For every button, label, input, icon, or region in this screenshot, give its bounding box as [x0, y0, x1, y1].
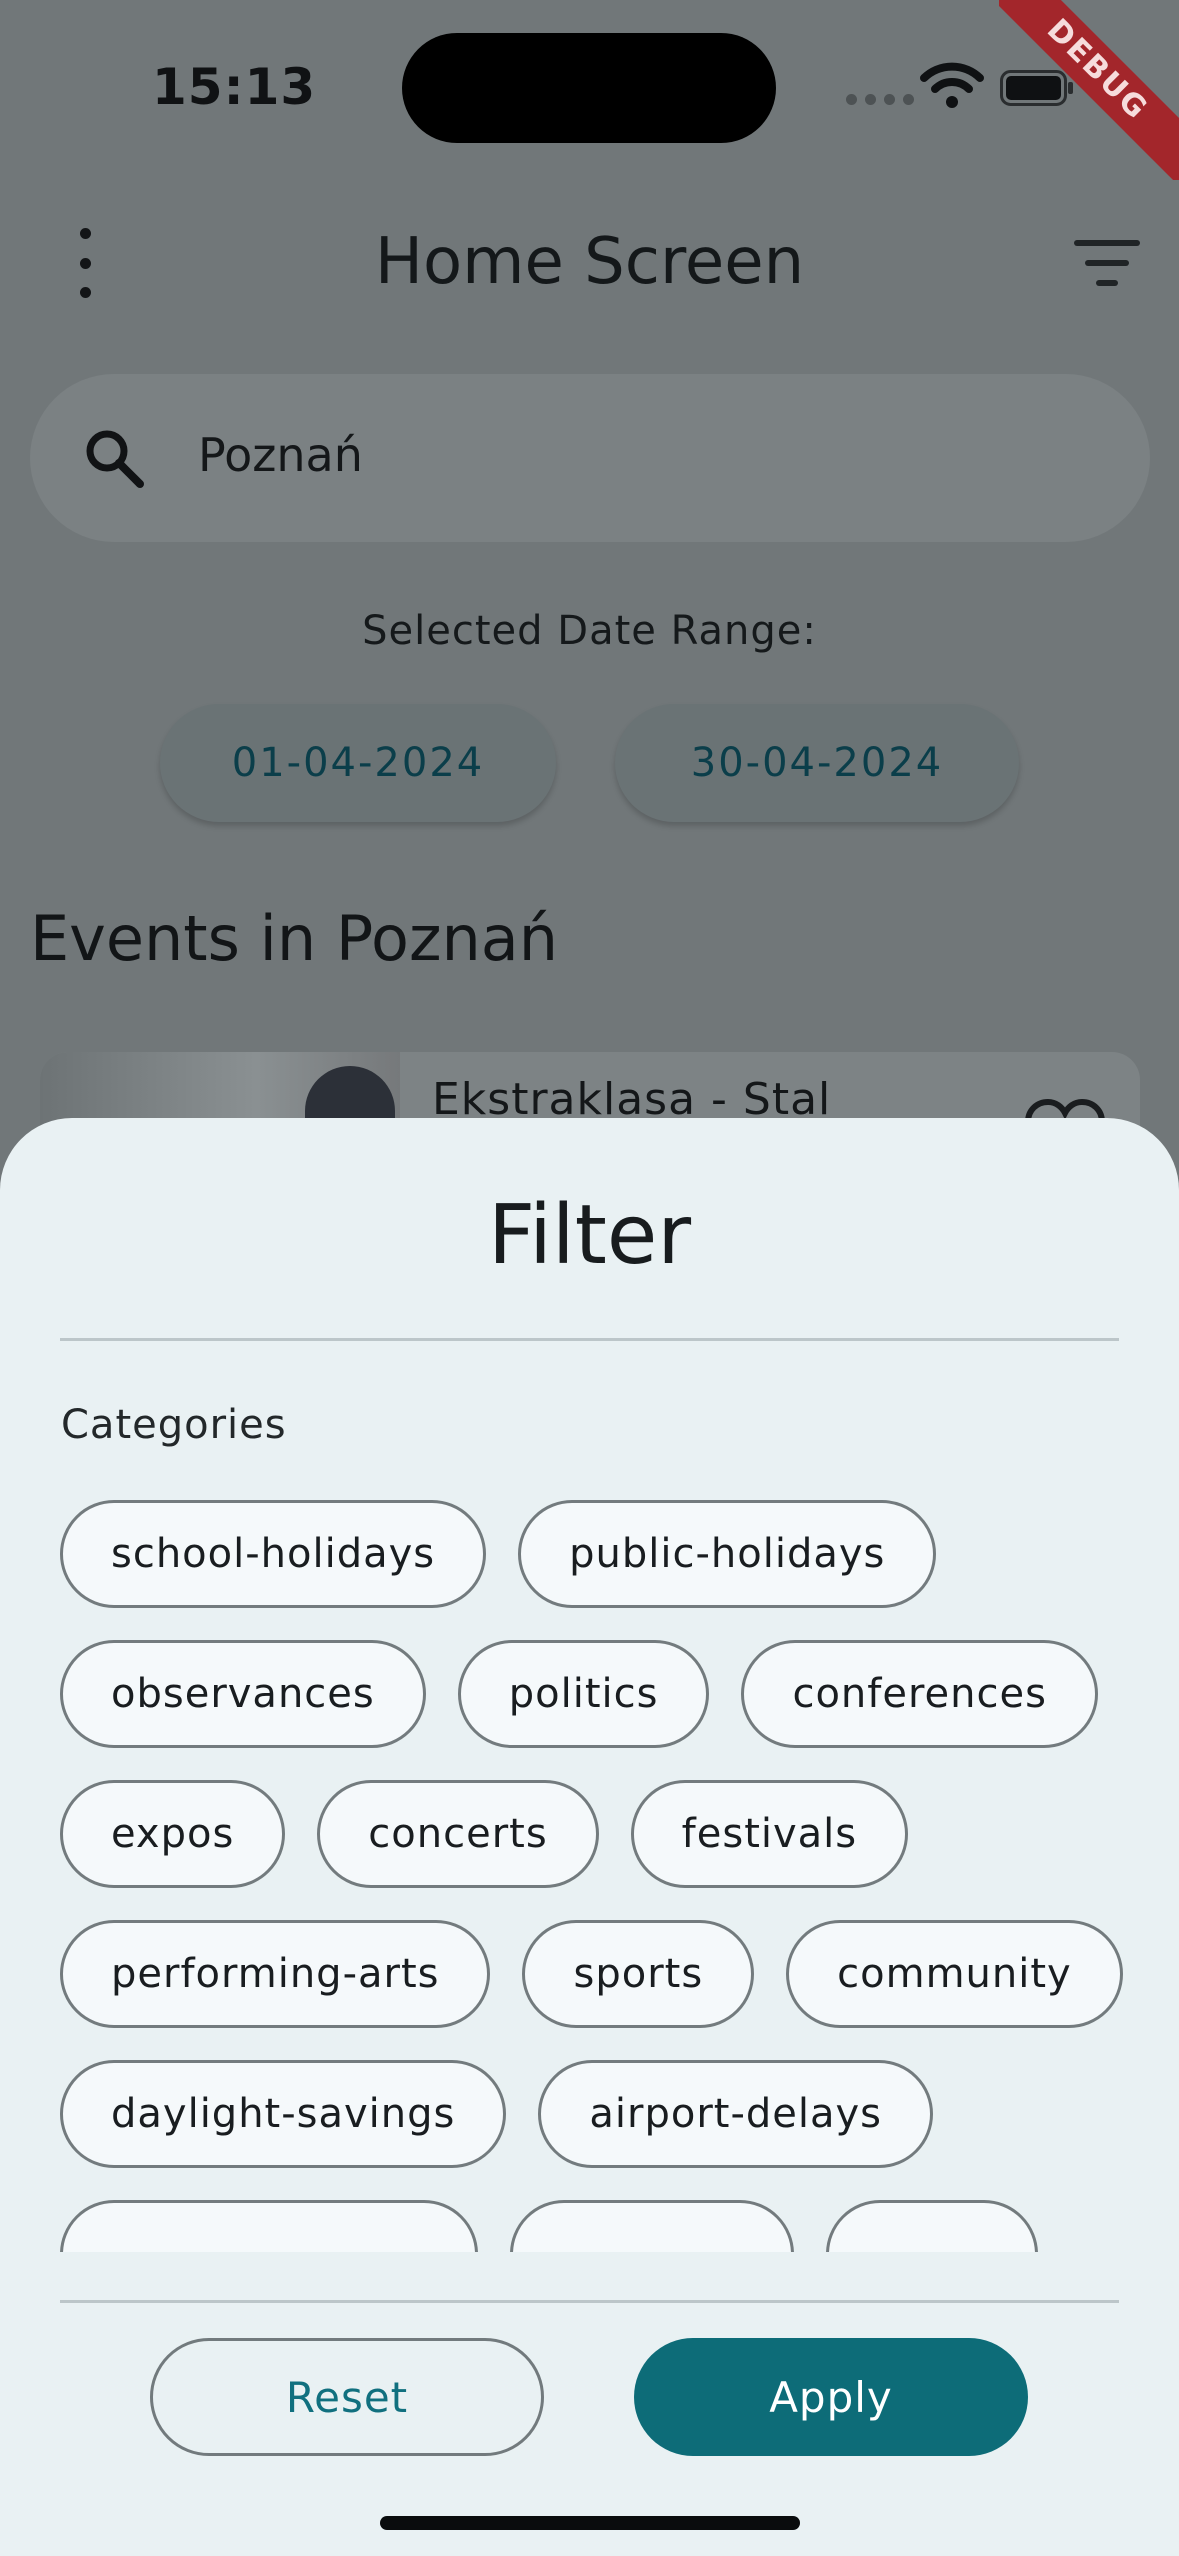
category-chip[interactable]	[826, 2200, 1038, 2252]
events-heading: Events in Poznań	[30, 902, 559, 975]
dynamic-island	[402, 33, 776, 143]
category-chip[interactable]: daylight-savings	[60, 2060, 507, 2168]
category-chip[interactable]: performing-arts	[60, 1920, 491, 2028]
date-range-label: Selected Date Range:	[362, 608, 817, 654]
search-bar[interactable]: Poznań	[30, 374, 1150, 542]
category-chip-list: school-holidays public-holidays observan…	[60, 1500, 1140, 2252]
home-indicator[interactable]	[380, 2516, 800, 2530]
category-chip[interactable]: airport-delays	[538, 2060, 934, 2168]
category-chip[interactable]: festivals	[630, 1780, 909, 1888]
category-chip[interactable]: politics	[457, 1640, 710, 1748]
category-chip[interactable]: public-holidays	[518, 1500, 937, 1608]
divider	[60, 1338, 1119, 1341]
divider	[60, 2300, 1119, 2303]
category-chip[interactable]: concerts	[317, 1780, 599, 1888]
category-chip[interactable]: school-holidays	[60, 1500, 487, 1608]
filter-bottom-sheet: Filter Categories school-holidays public…	[0, 1118, 1179, 2556]
wifi-icon	[920, 62, 984, 108]
category-chip[interactable]: sports	[522, 1920, 755, 2028]
category-chip[interactable]	[510, 2200, 794, 2252]
category-chip[interactable]: expos	[60, 1780, 286, 1888]
filter-title: Filter	[487, 1188, 692, 1283]
cellular-signal-icon	[846, 94, 914, 105]
status-time: 15:13	[152, 58, 317, 116]
categories-label: Categories	[61, 1402, 287, 1448]
category-chip[interactable]: community	[786, 1920, 1123, 2028]
search-icon	[86, 430, 144, 488]
debug-banner: DEBUG	[999, 0, 1179, 180]
filter-list-icon[interactable]	[1074, 238, 1140, 288]
end-date-button[interactable]: 30-04-2024	[615, 704, 1019, 822]
category-chip[interactable]: observances	[60, 1640, 426, 1748]
apply-button[interactable]: Apply	[634, 2338, 1028, 2456]
search-input[interactable]: Poznań	[198, 428, 363, 482]
debug-banner-label: DEBUG	[999, 0, 1179, 180]
start-date-button[interactable]: 01-04-2024	[160, 704, 556, 822]
category-chip[interactable]: conferences	[741, 1640, 1098, 1748]
reset-button[interactable]: Reset	[150, 2338, 544, 2456]
page-title: Home Screen	[374, 225, 805, 299]
category-chip[interactable]	[60, 2200, 478, 2252]
